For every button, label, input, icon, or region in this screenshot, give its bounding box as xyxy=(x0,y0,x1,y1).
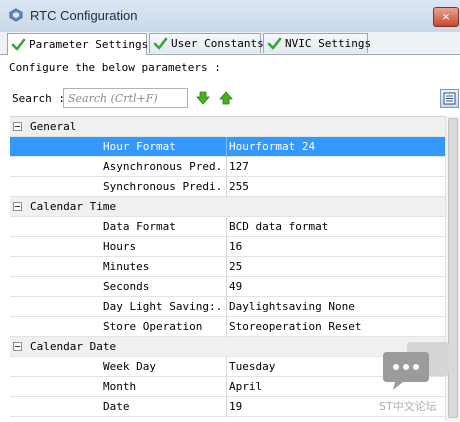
param-name: Hour Format xyxy=(103,140,176,153)
column-divider xyxy=(226,317,227,337)
param-name: Store Operation xyxy=(103,320,203,333)
param-name: Data Format xyxy=(103,220,176,233)
close-button[interactable]: × xyxy=(433,7,459,27)
param-value[interactable]: Storeoperation Reset xyxy=(229,320,361,333)
param-name: Date xyxy=(103,400,130,413)
param-row-hour-format[interactable]: Hour Format Hourformat 24 xyxy=(10,137,445,157)
param-name: Synchronous Predi... xyxy=(103,180,225,193)
column-divider xyxy=(226,257,227,277)
column-divider xyxy=(226,357,227,377)
tab-parameter-settings[interactable]: Parameter Settings xyxy=(7,33,149,55)
tab-user-constants[interactable]: User Constants xyxy=(149,33,264,53)
column-divider xyxy=(226,177,227,197)
param-row-seconds[interactable]: Seconds 49 xyxy=(10,277,445,297)
column-divider xyxy=(226,237,227,257)
param-value[interactable]: 16 xyxy=(229,240,242,253)
param-row-hours[interactable]: Hours 16 xyxy=(10,237,445,257)
param-name: Minutes xyxy=(103,260,150,273)
column-divider xyxy=(226,157,227,177)
param-name: Seconds xyxy=(103,280,150,293)
tab-label: NVIC Settings xyxy=(285,37,372,50)
param-value[interactable]: 255 xyxy=(229,180,249,193)
group-row-calendar-time[interactable]: Calendar Time xyxy=(10,197,445,217)
search-label: Search : xyxy=(12,92,65,105)
close-icon: × xyxy=(441,10,451,23)
param-name: Month xyxy=(103,380,137,393)
chat-bubble-icon xyxy=(383,342,449,390)
param-value[interactable]: Tuesday xyxy=(229,360,275,373)
param-name: Week Day xyxy=(103,360,156,373)
group-name: Calendar Time xyxy=(30,200,117,213)
column-divider xyxy=(226,377,227,397)
check-icon xyxy=(153,37,168,50)
param-row-minutes[interactable]: Minutes 25 xyxy=(10,257,445,277)
collapse-icon[interactable] xyxy=(13,202,22,211)
param-value[interactable]: 49 xyxy=(229,280,242,293)
title-bar: RTC Configuration × xyxy=(0,0,460,33)
watermark: ST中文论坛 xyxy=(375,334,457,420)
param-row-day-light-saving[interactable]: Day Light Saving:... Daylightsaving None xyxy=(10,297,445,317)
list-view-icon xyxy=(443,92,456,105)
param-value[interactable]: 19 xyxy=(229,400,242,413)
rtc-app-icon xyxy=(9,8,23,22)
view-mode-button[interactable] xyxy=(440,89,459,108)
column-divider xyxy=(226,137,227,157)
column-divider xyxy=(226,277,227,297)
column-divider xyxy=(226,217,227,237)
collapse-icon[interactable] xyxy=(13,342,22,351)
tab-nvic-settings[interactable]: NVIC Settings xyxy=(263,33,372,53)
group-name: Calendar Date xyxy=(30,340,117,353)
param-row-data-format[interactable]: Data Format BCD data format xyxy=(10,217,445,237)
check-icon xyxy=(11,38,26,51)
column-divider xyxy=(226,397,227,417)
param-row-asynchronous-prediv[interactable]: Asynchronous Pred... 127 xyxy=(10,157,445,177)
param-row-synchronous-prediv[interactable]: Synchronous Predi... 255 xyxy=(10,177,445,197)
column-divider xyxy=(226,297,227,317)
param-name: Asynchronous Pred... xyxy=(103,160,225,173)
param-value[interactable]: April xyxy=(229,380,262,393)
param-value[interactable]: Hourformat 24 xyxy=(229,140,315,153)
tab-label: User Constants xyxy=(171,37,264,50)
param-name: Day Light Saving:... xyxy=(103,300,225,313)
param-value[interactable]: 25 xyxy=(229,260,242,273)
window-title: RTC Configuration xyxy=(30,8,138,23)
search-input[interactable] xyxy=(63,88,188,108)
param-value[interactable]: BCD data format xyxy=(229,220,328,233)
param-value[interactable]: Daylightsaving None xyxy=(229,300,355,313)
param-value[interactable]: 127 xyxy=(229,160,249,173)
watermark-text: ST中文论坛 xyxy=(379,400,437,413)
arrow-up-icon[interactable] xyxy=(219,91,233,105)
param-name: Hours xyxy=(103,240,137,253)
tab-label: Parameter Settings xyxy=(29,38,149,51)
check-icon xyxy=(267,37,282,50)
tab-strip: Parameter Settings User Constants NVIC S… xyxy=(0,32,460,55)
group-name: General xyxy=(30,120,77,133)
group-row-general[interactable]: General xyxy=(10,117,445,137)
arrow-down-icon[interactable] xyxy=(196,91,210,105)
collapse-icon[interactable] xyxy=(13,122,22,131)
instructions-text: Configure the below parameters : xyxy=(9,61,221,74)
